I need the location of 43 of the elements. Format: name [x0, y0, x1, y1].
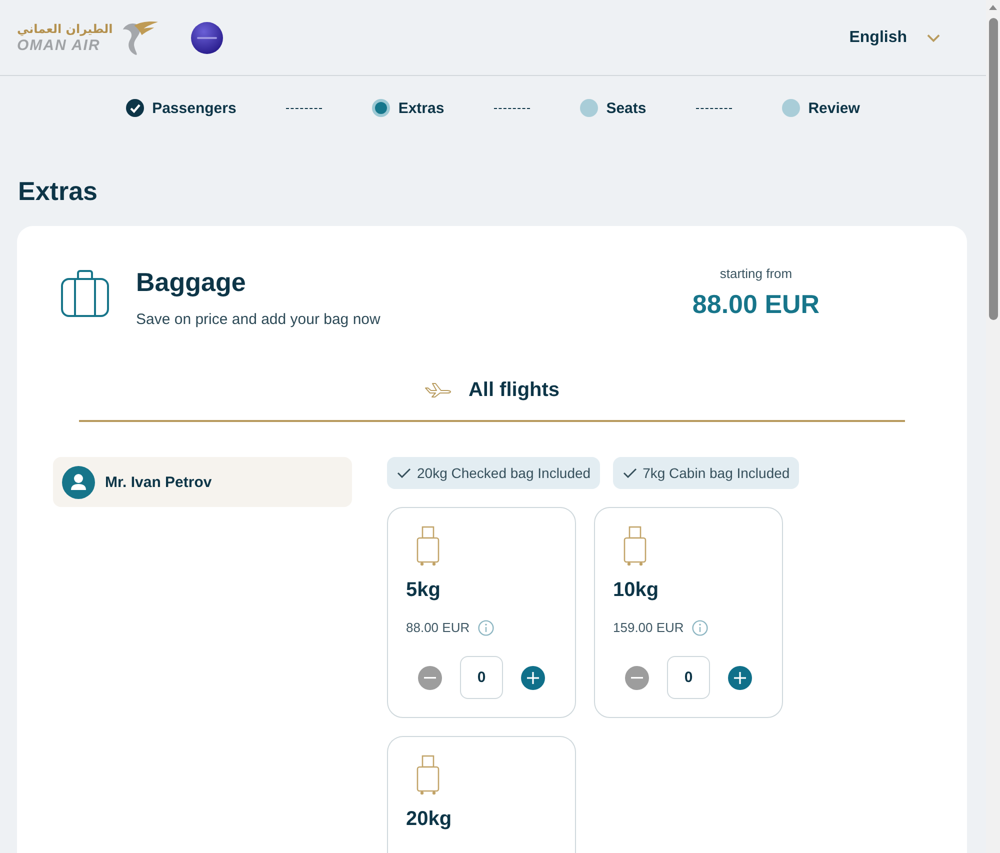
price-caption: starting from [720, 266, 792, 282]
logo-arabic-text: الطيران العماني [17, 21, 113, 37]
passenger-item[interactable]: Mr. Ivan Petrov [53, 457, 352, 507]
flight-tab[interactable]: All flights [79, 366, 905, 422]
step-label: Seats [606, 100, 646, 116]
step-label: Passengers [152, 100, 236, 116]
bag-weight: 5kg [406, 578, 440, 602]
info-icon[interactable] [692, 620, 708, 636]
scroll-up-icon[interactable] [989, 5, 997, 10]
included-label: 20kg Checked bag Included [417, 465, 591, 481]
bag-price: 88.00 EUR [406, 620, 470, 636]
luggage-icon [623, 526, 647, 566]
starting-price: 88.00 EUR [692, 288, 820, 320]
minus-icon [424, 676, 436, 678]
logo-wordmark: OMAN AIR [17, 37, 100, 54]
quantity-field[interactable]: 0 [460, 656, 503, 699]
bag-weight: 10kg [613, 578, 659, 602]
airplane-icon [424, 382, 452, 398]
increase-button[interactable] [521, 666, 545, 690]
check-icon [397, 468, 411, 478]
sphere-logo-icon [190, 22, 223, 54]
increase-button[interactable] [728, 666, 752, 690]
info-icon[interactable] [478, 620, 494, 636]
scrollbar-thumb[interactable] [988, 18, 998, 320]
step-label: Extras [398, 100, 444, 116]
plus-icon [734, 672, 746, 684]
language-selector[interactable]: English [849, 28, 940, 46]
step-label: Review [808, 100, 860, 116]
page-title: Extras [18, 175, 98, 207]
bag-price: 159.00 EUR [613, 620, 684, 636]
person-avatar-icon [62, 466, 95, 498]
luggage-icon [416, 526, 440, 566]
section-title: Baggage [136, 266, 246, 298]
minus-icon [631, 676, 643, 678]
chevron-down-icon [927, 34, 940, 42]
plus-icon [527, 672, 539, 684]
luggage-icon [416, 755, 440, 795]
bag-weight: 20kg [406, 807, 452, 831]
check-icon [622, 468, 637, 478]
quantity-field[interactable]: 0 [667, 656, 710, 699]
suitcase-icon [60, 268, 110, 318]
included-label: 7kg Cabin bag Included [642, 465, 790, 481]
section-subtitle: Save on price and add your bag now [136, 310, 380, 330]
